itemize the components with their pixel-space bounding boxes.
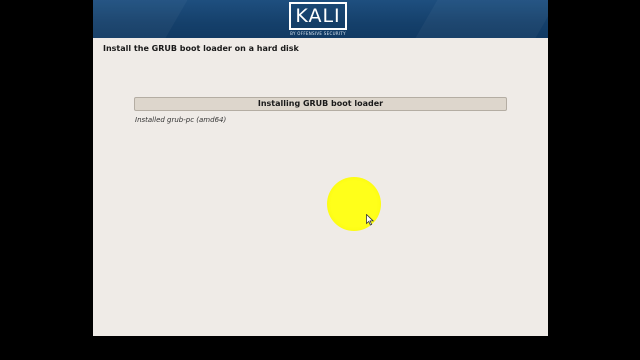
banner-stripe xyxy=(93,0,199,38)
mouse-pointer-icon xyxy=(366,211,375,226)
installer-window: KALI BY OFFENSIVE SECURITY Install the G… xyxy=(93,0,548,336)
screen: KALI BY OFFENSIVE SECURITY Install the G… xyxy=(0,0,640,360)
kali-logo: KALI BY OFFENSIVE SECURITY xyxy=(288,1,348,37)
kali-logo-text: KALI xyxy=(289,2,347,30)
status-text: Installed grub-pc (amd64) xyxy=(135,116,227,124)
progress-label: Installing GRUB boot loader xyxy=(257,99,384,108)
kali-banner: KALI BY OFFENSIVE SECURITY xyxy=(93,0,548,38)
banner-stripe xyxy=(397,0,548,38)
progress-bar: Installing GRUB boot loader xyxy=(134,97,507,111)
kali-logo-tagline: BY OFFENSIVE SECURITY xyxy=(290,31,346,36)
step-title: Install the GRUB boot loader on a hard d… xyxy=(103,44,299,53)
